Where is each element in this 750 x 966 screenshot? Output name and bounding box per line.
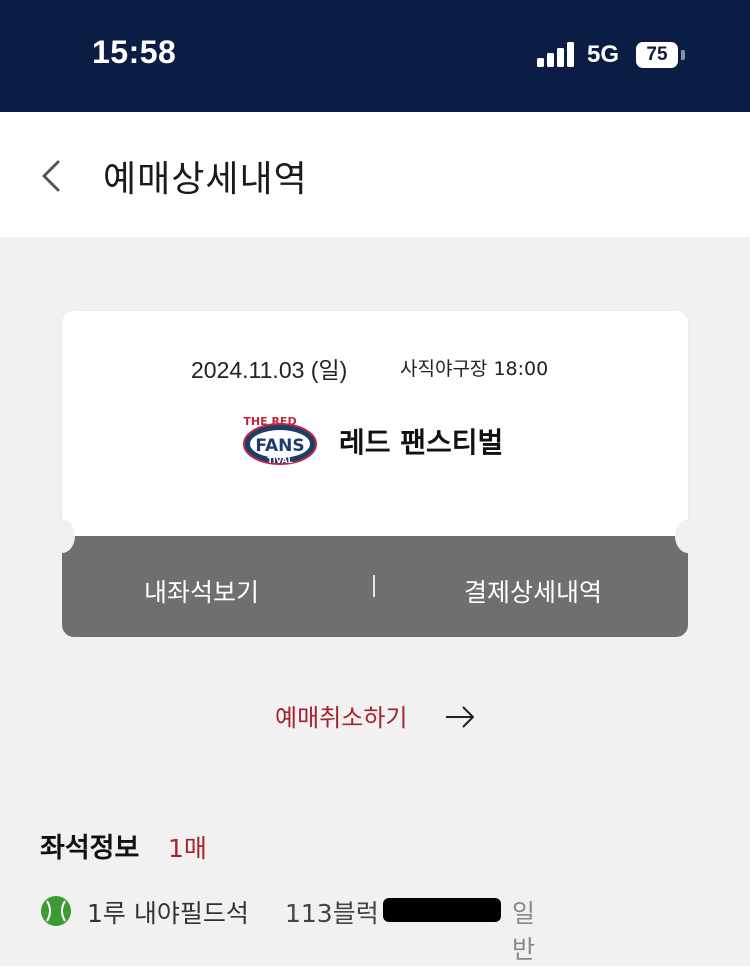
- battery-icon: 75: [636, 42, 678, 68]
- network-type: 5G: [587, 41, 620, 68]
- ticket-venue-time: 사직야구장 18:00: [400, 358, 549, 380]
- seat-block: 113블럭: [285, 899, 379, 928]
- redacted-seat-number: [383, 898, 501, 922]
- ticket-card: 2024.11.03 (일) 사직야구장 18:00 FANS THE RED …: [49, 311, 701, 637]
- page-title: 예매상세내역: [103, 159, 308, 200]
- action-divider: [373, 575, 375, 597]
- svg-text:FANS: FANS: [255, 436, 304, 456]
- ticket-info: 2024.11.03 (일) 사직야구장 18:00 FANS THE RED …: [62, 311, 688, 536]
- cancel-reservation-link[interactable]: 예매취소하기: [275, 698, 407, 733]
- svg-text:TIVAL: TIVAL: [267, 456, 292, 465]
- signal-icon: [537, 42, 575, 67]
- seat-count: 1매: [168, 834, 207, 863]
- payment-detail-button[interactable]: 결제상세내역: [464, 573, 602, 609]
- ticket-notch-left: [49, 519, 75, 553]
- event-name: 레드 팬스티벌: [339, 426, 504, 459]
- header: 예매상세내역: [0, 112, 750, 237]
- view-my-seat-button[interactable]: 내좌석보기: [144, 573, 259, 609]
- arrow-right-icon[interactable]: [444, 704, 476, 730]
- back-button[interactable]: [30, 148, 74, 204]
- ticket-date: 2024.11.03 (일): [191, 357, 348, 383]
- seat-type: 일반: [512, 899, 536, 964]
- ticket-notch-right: [675, 519, 701, 553]
- battery-cap: [681, 50, 685, 60]
- seat-zone: 1루 내야필드석: [87, 899, 249, 928]
- seat-info-heading: 좌석정보: [40, 833, 140, 864]
- svg-text:THE RED: THE RED: [243, 415, 296, 428]
- status-bar: 15:58 5G 75: [0, 0, 750, 112]
- event-logo: FANS THE RED TIVAL: [242, 411, 322, 471]
- battery-level: 75: [646, 44, 668, 65]
- baseball-icon: [41, 896, 71, 926]
- chevron-left-icon: [42, 160, 60, 192]
- status-time: 15:58: [92, 34, 177, 70]
